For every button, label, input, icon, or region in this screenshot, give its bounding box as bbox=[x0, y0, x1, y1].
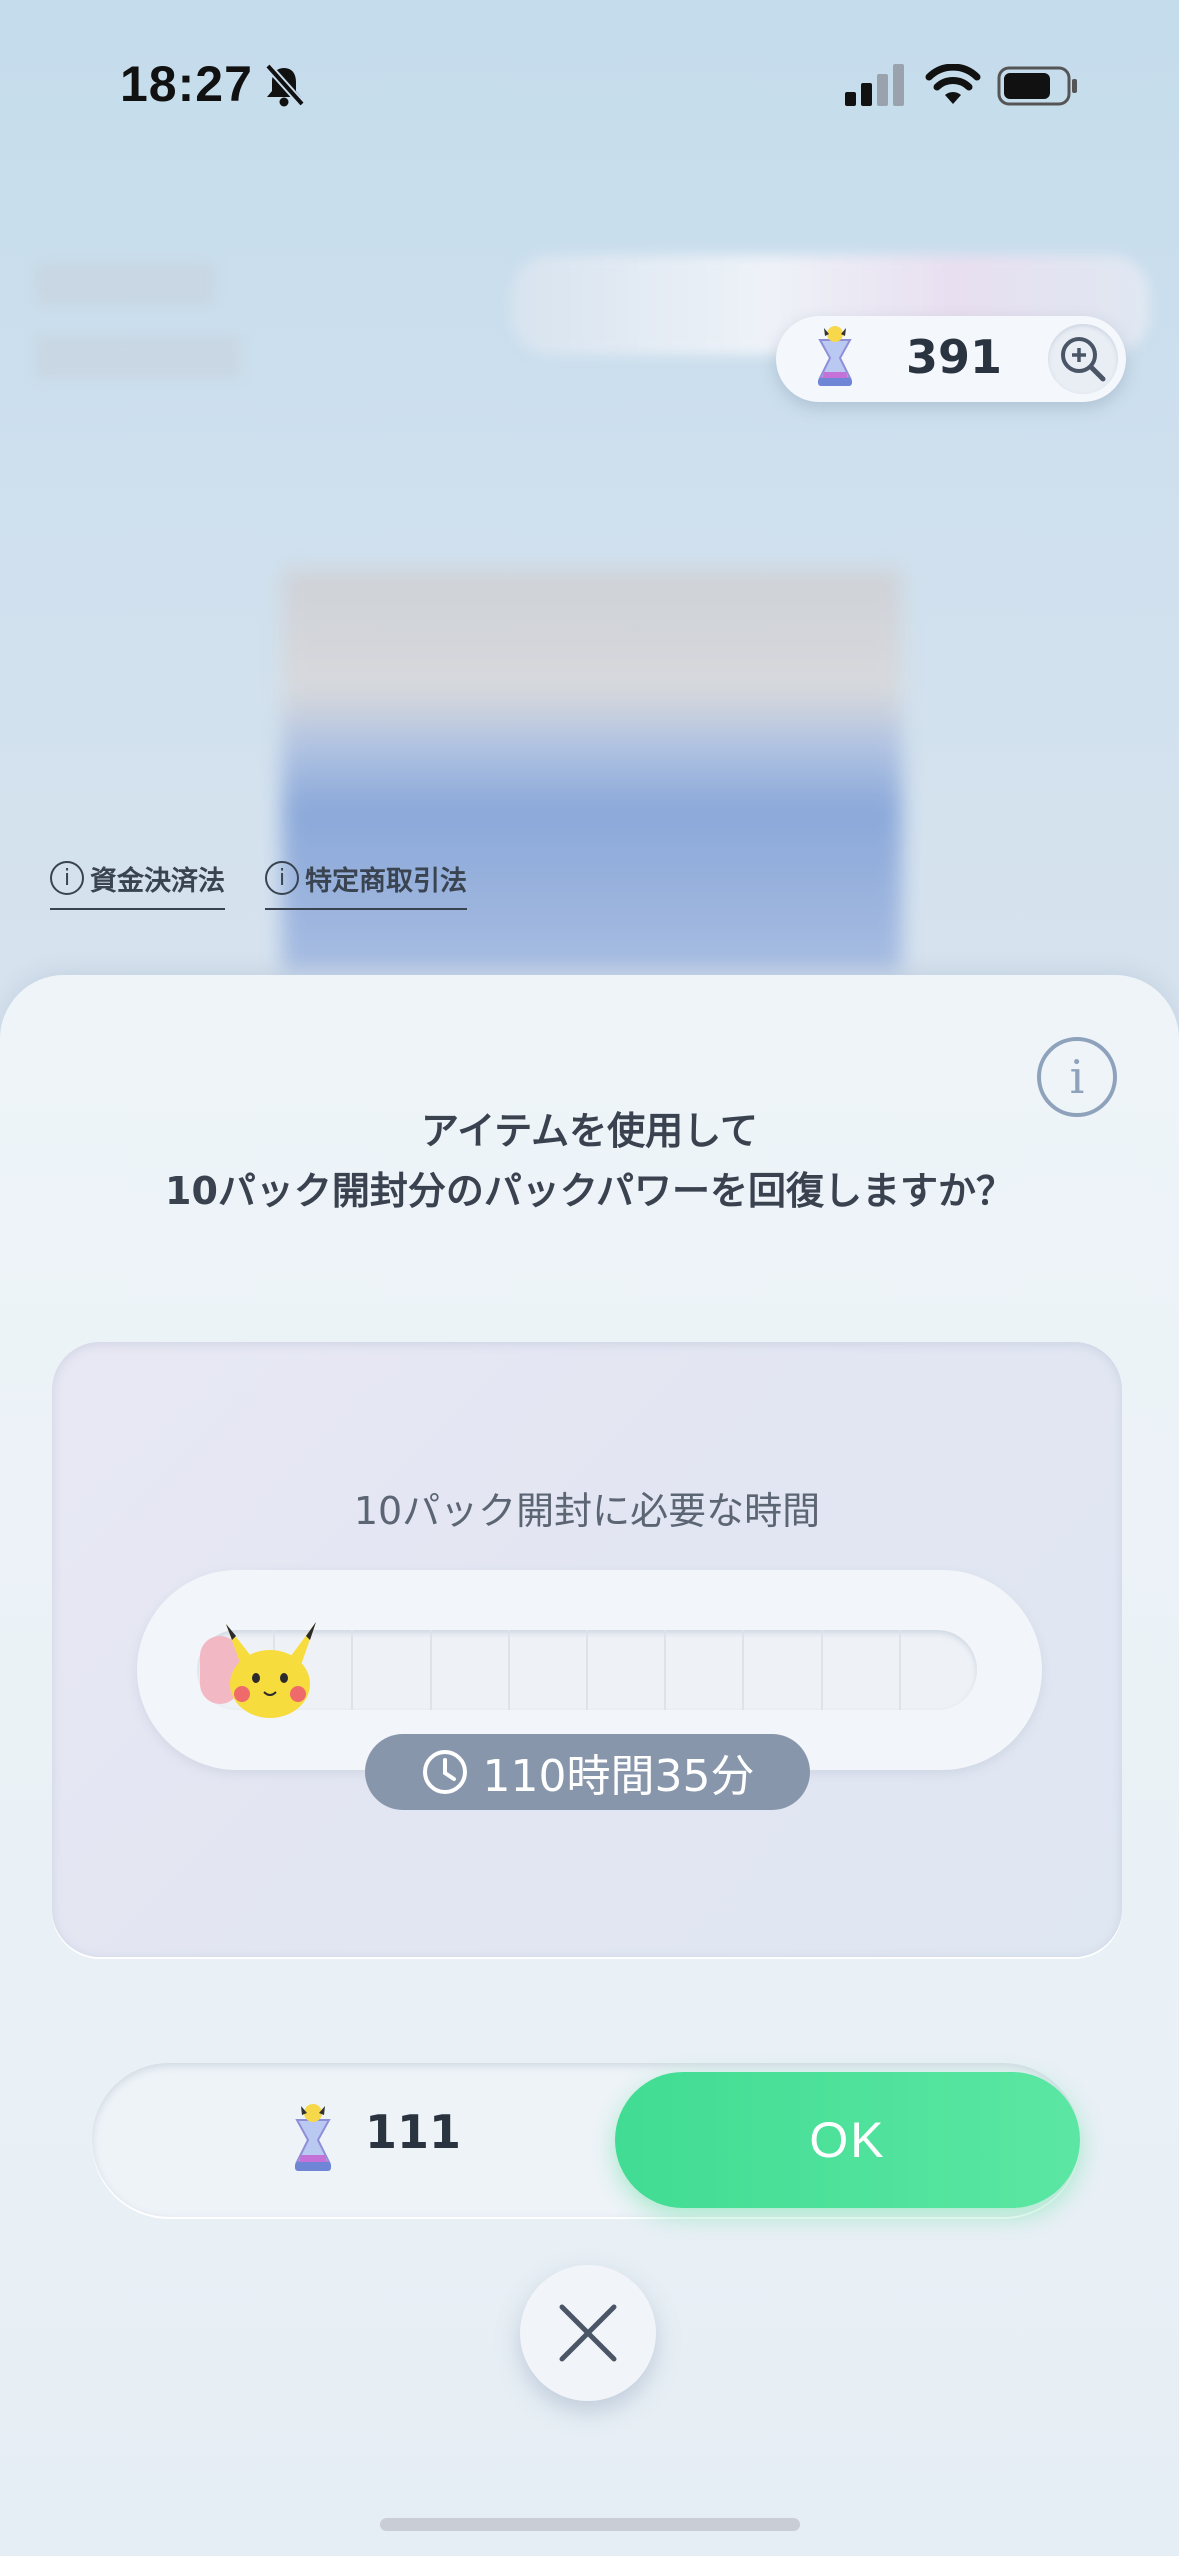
currency-amount: 391 bbox=[906, 330, 1003, 384]
close-button[interactable] bbox=[520, 2265, 656, 2401]
hourglass-icon bbox=[818, 326, 852, 386]
time-needed-value: 110時間35分 bbox=[482, 1751, 755, 1802]
item-amount: 111 bbox=[365, 2105, 462, 2159]
zoom-in-icon bbox=[1061, 337, 1106, 382]
pikachu-icon bbox=[226, 1622, 316, 1718]
info-icon: i bbox=[265, 861, 299, 895]
currency-display: 391 bbox=[776, 316, 1126, 402]
dialog-question-line1: アイテムを使用して bbox=[420, 1109, 759, 1153]
info-icon: i bbox=[50, 861, 84, 895]
card-pack-image bbox=[282, 570, 902, 970]
dialog-question-line2: 10パック開封分のパックパワーを回復しますか？ bbox=[165, 1169, 1014, 1213]
ok-button[interactable]: OK bbox=[615, 2072, 1080, 2208]
close-icon bbox=[559, 2304, 617, 2362]
legal-link-payment-act[interactable]: i 資金決済法 bbox=[50, 850, 225, 910]
wifi-icon bbox=[925, 64, 981, 104]
time-needed-badge: 110時間35分 bbox=[365, 1734, 810, 1810]
zoom-button[interactable] bbox=[1048, 324, 1118, 394]
background-menu-item bbox=[35, 335, 240, 379]
signal-icon bbox=[845, 64, 904, 106]
background-menu-item bbox=[35, 262, 215, 306]
legal-link-label: 特定商取引法 bbox=[305, 865, 467, 897]
legal-link-label: 資金決済法 bbox=[90, 865, 225, 897]
home-indicator[interactable] bbox=[380, 2518, 800, 2531]
legal-link-commercial-transactions[interactable]: i 特定商取引法 bbox=[265, 850, 467, 910]
clock-icon bbox=[422, 1750, 467, 1794]
battery-icon bbox=[997, 66, 1077, 106]
ok-button-label: OK bbox=[809, 2112, 886, 2168]
status-time: 18:27 bbox=[120, 56, 253, 112]
bell-slash-icon bbox=[265, 63, 305, 107]
info-icon: i bbox=[1069, 1050, 1085, 1104]
hourglass-icon bbox=[295, 2104, 331, 2171]
panel-title: 10パック開封に必要な時間 bbox=[353, 1489, 821, 1533]
